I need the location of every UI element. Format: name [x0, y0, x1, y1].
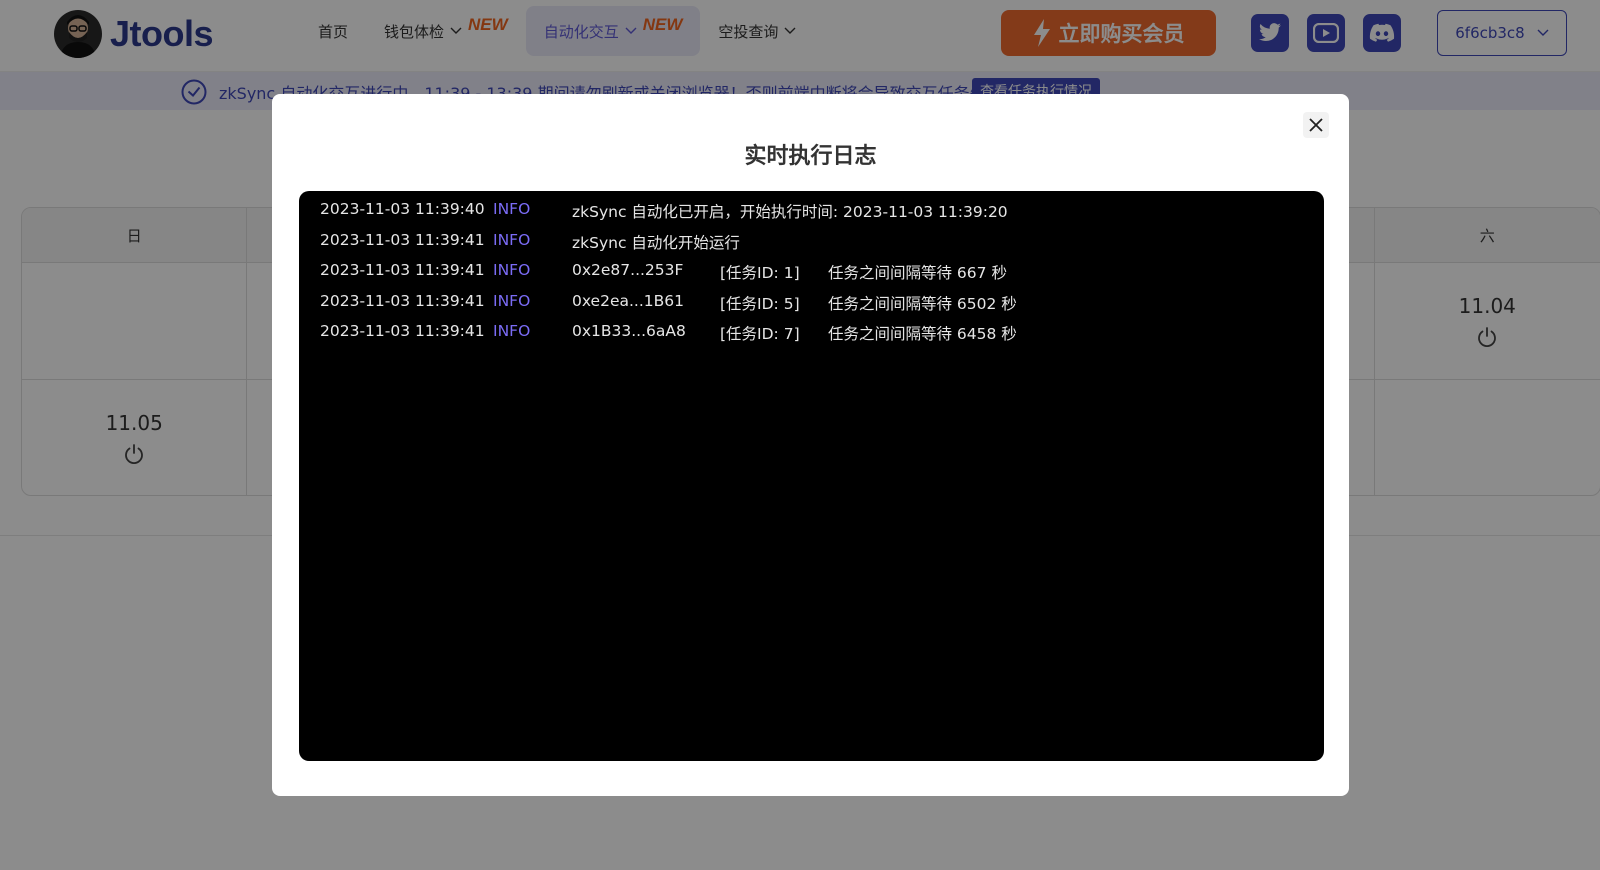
log-task-id: [任务ID: 5] — [720, 294, 800, 313]
log-timestamp: 2023-11-03 11:39:41 — [320, 261, 485, 280]
log-address: 0xe2ea...1B61 — [572, 291, 684, 310]
log-console[interactable]: 2023-11-03 11:39:40 INFO zkSync 自动化已开启，开… — [299, 191, 1324, 761]
log-row: 2023-11-03 11:39:41 INFO 0x1B33...6aA8 [… — [299, 317, 1324, 348]
log-timestamp: 2023-11-03 11:39:41 — [320, 291, 485, 310]
log-message: zkSync 自动化已开启，开始执行时间: 2023-11-03 11:39:2… — [572, 203, 1008, 221]
close-icon — [1309, 118, 1323, 132]
log-row: 2023-11-03 11:39:41 INFO zkSync 自动化开始运行 — [299, 226, 1324, 257]
execution-log-modal: 实时执行日志 2023-11-03 11:39:40 INFO zkSync 自… — [272, 94, 1349, 796]
log-level: INFO — [493, 200, 531, 218]
log-row: 2023-11-03 11:39:41 INFO 0xe2ea...1B61 [… — [299, 287, 1324, 318]
log-message: zkSync 自动化开始运行 — [572, 233, 740, 252]
log-timestamp: 2023-11-03 11:39:40 — [320, 200, 485, 218]
log-timestamp: 2023-11-03 11:39:41 — [320, 322, 485, 341]
log-level: INFO — [493, 261, 531, 280]
log-address: 0x2e87...253F — [572, 261, 684, 280]
log-row: 2023-11-03 11:39:41 INFO 0x2e87...253F [… — [299, 256, 1324, 287]
close-button[interactable] — [1303, 112, 1329, 138]
log-level: INFO — [493, 291, 531, 310]
log-address: 0x1B33...6aA8 — [572, 322, 686, 341]
log-row: 2023-11-03 11:39:40 INFO zkSync 自动化已开启，开… — [299, 195, 1324, 226]
log-message: 任务之间间隔等待 667 秒 — [828, 264, 1007, 283]
log-level: INFO — [493, 230, 531, 249]
log-level: INFO — [493, 322, 531, 341]
log-timestamp: 2023-11-03 11:39:41 — [320, 230, 485, 249]
log-message: 任务之间间隔等待 6458 秒 — [828, 325, 1017, 344]
log-message: 任务之间间隔等待 6502 秒 — [828, 294, 1017, 313]
modal-title: 实时执行日志 — [744, 144, 877, 169]
log-task-id: [任务ID: 1] — [720, 264, 800, 283]
log-task-id: [任务ID: 7] — [720, 325, 800, 344]
